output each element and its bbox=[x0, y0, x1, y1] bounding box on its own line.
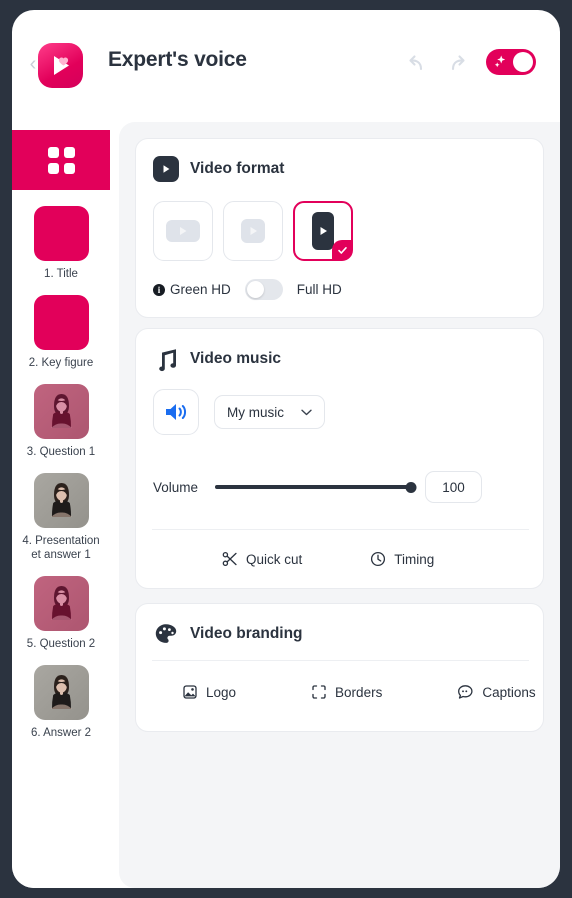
square-play-icon bbox=[241, 219, 265, 243]
full-hd-label: Full HD bbox=[296, 282, 342, 297]
scene-label: 5. Question 2 bbox=[26, 638, 96, 650]
undo-icon bbox=[409, 55, 423, 71]
volume-input[interactable]: 100 bbox=[425, 471, 482, 503]
video-app-logo[interactable] bbox=[38, 43, 83, 88]
portrait-play-icon bbox=[312, 212, 334, 250]
branding-divider bbox=[152, 660, 529, 661]
scene-label: 4. Presentation et answer 1 bbox=[22, 535, 100, 561]
timing-label: Timing bbox=[394, 551, 435, 567]
timing-button[interactable]: Timing bbox=[370, 551, 434, 567]
hd-toggle-knob bbox=[246, 281, 264, 298]
music-note-icon bbox=[159, 349, 176, 372]
clock-icon bbox=[371, 551, 386, 567]
sound-preview-button[interactable] bbox=[153, 389, 199, 435]
scene-thumbnail bbox=[33, 665, 89, 720]
captions-label: Captions bbox=[482, 684, 536, 700]
scene-item-1[interactable]: 1. Title bbox=[12, 206, 110, 281]
dashed-frame-icon bbox=[312, 685, 326, 699]
scene-thumbnail bbox=[33, 206, 89, 261]
redo-button[interactable] bbox=[444, 50, 474, 78]
scene-thumbnail bbox=[33, 473, 89, 528]
slider-fill bbox=[215, 485, 411, 489]
format-option-square[interactable] bbox=[223, 201, 283, 261]
ai-toggle[interactable] bbox=[486, 49, 536, 75]
app-window: ‹ Expert's voice 1. Title 2. Key figure … bbox=[12, 10, 560, 888]
all-scenes-button[interactable] bbox=[12, 130, 110, 190]
settings-panel: Video format i Green HD Full HD Video mu… bbox=[119, 122, 560, 888]
scene-item-2[interactable]: 2. Key figure bbox=[12, 295, 110, 370]
speech-bubble-icon bbox=[458, 685, 473, 699]
scene-label: 1. Title bbox=[44, 268, 78, 280]
info-icon[interactable]: i bbox=[153, 283, 165, 296]
scene-item-6[interactable]: 6. Answer 2 bbox=[12, 665, 110, 740]
video-branding-card: Video branding Logo Borders Captions bbox=[135, 603, 544, 732]
palette-icon bbox=[155, 624, 177, 643]
music-actions: Quick cut Timing bbox=[222, 551, 434, 567]
scene-label: 6. Answer 2 bbox=[30, 727, 92, 739]
music-divider bbox=[152, 529, 529, 530]
volume-slider[interactable] bbox=[215, 480, 417, 494]
ai-toggle-knob bbox=[513, 52, 533, 72]
slider-thumb[interactable] bbox=[405, 481, 417, 493]
sparkle-icon bbox=[494, 55, 506, 68]
video-branding-header: Video branding bbox=[136, 604, 543, 647]
music-select[interactable]: My music bbox=[214, 395, 325, 429]
scene-sidebar: 1. Title 2. Key figure 3. Question 1 4. Pre… bbox=[12, 130, 110, 888]
video-music-header: Video music bbox=[136, 329, 543, 372]
format-options bbox=[153, 201, 353, 261]
scene-thumbnail bbox=[33, 295, 89, 350]
video-format-card: Video format i Green HD Full HD bbox=[135, 138, 544, 318]
scene-thumbnail bbox=[33, 576, 89, 631]
page-title: Expert's voice bbox=[108, 48, 247, 71]
video-branding-title: Video branding bbox=[190, 625, 303, 642]
quick-cut-label: Quick cut bbox=[246, 551, 303, 567]
landscape-play-icon bbox=[166, 220, 200, 242]
app-root: ‹ Expert's voice 1. Title 2. Key figure … bbox=[0, 0, 572, 898]
green-hd-label: Green HD bbox=[170, 282, 231, 297]
borders-button[interactable]: Borders bbox=[311, 684, 382, 700]
check-icon bbox=[337, 246, 347, 254]
volume-row: Volume 100 bbox=[153, 471, 482, 503]
captions-button[interactable]: Captions bbox=[457, 684, 536, 700]
quick-cut-button[interactable]: Quick cut bbox=[222, 551, 302, 567]
chevron-down-icon bbox=[301, 409, 312, 415]
logo-label: Logo bbox=[206, 684, 237, 700]
hd-quality-toggle[interactable] bbox=[244, 279, 283, 300]
scene-thumbnail bbox=[33, 384, 89, 439]
video-music-card: Video music My music Volume 100 Quick cu… bbox=[135, 328, 544, 589]
logo-glyph bbox=[54, 56, 69, 75]
video-format-title: Video format bbox=[190, 160, 285, 177]
logo-button[interactable]: Logo bbox=[182, 684, 236, 700]
scene-label: 2. Key figure bbox=[28, 357, 94, 369]
scene-label: 3. Question 1 bbox=[26, 446, 96, 458]
music-source-row: My music bbox=[153, 389, 325, 435]
borders-label: Borders bbox=[335, 684, 383, 700]
format-selected-check bbox=[332, 240, 352, 260]
format-option-landscape[interactable] bbox=[153, 201, 213, 261]
play-square-icon bbox=[153, 156, 179, 182]
hd-quality-row: i Green HD Full HD bbox=[153, 279, 342, 300]
undo-button[interactable] bbox=[400, 50, 430, 78]
image-icon bbox=[183, 685, 197, 699]
grid-icon bbox=[47, 146, 75, 174]
speaker-icon bbox=[166, 404, 187, 420]
app-header: ‹ Expert's voice bbox=[12, 10, 560, 115]
video-music-title: Video music bbox=[190, 350, 282, 367]
video-format-header: Video format bbox=[136, 139, 543, 182]
branding-actions: Logo Borders Captions bbox=[182, 684, 536, 700]
format-option-portrait[interactable] bbox=[293, 201, 353, 261]
scene-item-4[interactable]: 4. Presentation et answer 1 bbox=[12, 473, 110, 562]
volume-label: Volume bbox=[153, 479, 199, 495]
scissors-icon bbox=[222, 551, 237, 567]
music-select-value: My music bbox=[227, 404, 284, 420]
redo-icon bbox=[451, 55, 465, 71]
scene-item-5[interactable]: 5. Question 2 bbox=[12, 576, 110, 651]
scene-item-3[interactable]: 3. Question 1 bbox=[12, 384, 110, 459]
scene-list: 1. Title 2. Key figure 3. Question 1 4. Pre… bbox=[12, 190, 110, 740]
